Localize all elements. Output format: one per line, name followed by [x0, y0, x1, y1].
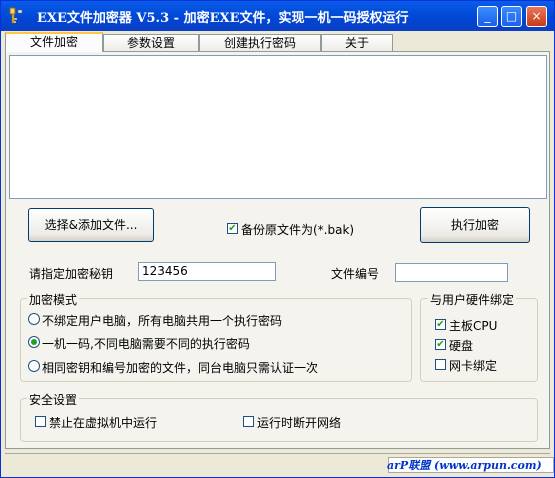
tab-param-settings[interactable]: 参数设置 — [103, 34, 199, 51]
check-icon: ✔ — [436, 319, 445, 330]
app-window: EXE文件加密器 V5.3 - 加密EXE文件，实现一机一码授权运行 _ □ ×… — [0, 0, 555, 478]
key-input[interactable]: 123456 — [138, 262, 276, 281]
mode-radio-shared[interactable] — [28, 313, 40, 325]
bind-nic-checkbox[interactable] — [435, 359, 446, 370]
encrypt-mode-legend: 加密模式 — [27, 291, 80, 308]
bind-disk-label: 硬盘 — [449, 339, 474, 353]
backup-checkbox[interactable]: ✔ — [227, 223, 238, 234]
key-label: 请指定加密秘钥 — [29, 267, 114, 281]
tab-about[interactable]: 关于 — [321, 34, 393, 51]
disconnect-network-checkbox[interactable] — [243, 416, 254, 427]
title-bar[interactable]: EXE文件加密器 V5.3 - 加密EXE文件，实现一机一码授权运行 _ □ × — [1, 1, 554, 31]
no-vm-checkbox[interactable] — [35, 416, 46, 427]
security-legend: 安全设置 — [27, 391, 80, 408]
minimize-button[interactable]: _ — [477, 6, 498, 27]
encrypt-button[interactable]: 执行加密 — [420, 207, 530, 243]
backup-label: 备份原文件为(*.bak) — [241, 223, 355, 237]
check-icon: ✔ — [228, 223, 237, 234]
check-icon: ✔ — [436, 339, 445, 350]
maximize-button[interactable]: □ — [501, 6, 522, 27]
bind-cpu-checkbox[interactable]: ✔ — [435, 319, 446, 330]
bind-disk-checkbox[interactable]: ✔ — [435, 339, 446, 350]
file-no-input[interactable] — [395, 263, 508, 282]
bind-nic-label: 网卡绑定 — [449, 359, 498, 373]
file-list[interactable] — [9, 55, 547, 199]
tab-file-encrypt[interactable]: 文件加密 — [5, 32, 103, 52]
close-button[interactable]: × — [526, 6, 547, 27]
mode-label-shared: 不绑定用户电脑，所有电脑共用一个执行密码 — [42, 314, 283, 328]
mode-label-per-machine: 一机一码,不同电脑需要不同的执行密码 — [42, 337, 250, 351]
tab-create-password[interactable]: 创建执行密码 — [199, 34, 321, 51]
disconnect-network-label: 运行时断开网络 — [257, 416, 342, 430]
no-vm-label: 禁止在虚拟机中运行 — [49, 416, 158, 430]
mode-radio-same-key[interactable] — [28, 360, 40, 372]
add-file-button[interactable]: 选择&添加文件... — [28, 208, 154, 242]
status-text[interactable]: arP联盟 (www.arpun.com) — [387, 457, 542, 473]
mode-label-same-key: 相同密钥和编号加密的文件，同台电脑只需认证一次 — [42, 361, 319, 375]
mode-radio-per-machine[interactable] — [28, 336, 40, 348]
window-title: EXE文件加密器 V5.3 - 加密EXE文件，实现一机一码授权运行 — [37, 11, 409, 26]
key-icon — [9, 7, 23, 24]
file-no-label: 文件编号 — [331, 267, 380, 281]
hardware-bind-legend: 与用户硬件绑定 — [428, 291, 517, 308]
bind-cpu-label: 主板CPU — [449, 319, 498, 333]
